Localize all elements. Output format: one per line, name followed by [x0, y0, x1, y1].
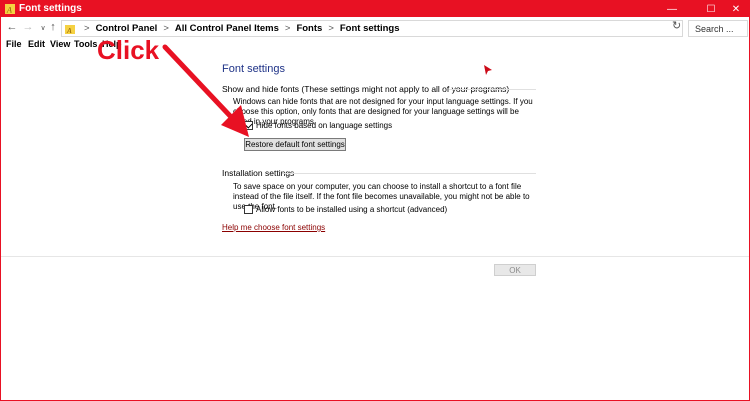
menu-file[interactable]: File — [6, 39, 22, 49]
maximize-button[interactable]: ☐ — [698, 1, 724, 17]
breadcrumb-font-settings[interactable]: Font settings — [340, 23, 400, 34]
window-title: Font settings — [19, 3, 82, 14]
up-arrow-icon[interactable]: ↑ — [47, 21, 59, 33]
minimize-button[interactable]: — — [659, 1, 685, 17]
back-arrow-icon[interactable]: ← — [6, 21, 18, 33]
breadcrumb-separator: > — [84, 23, 90, 34]
breadcrumb-control-panel[interactable]: Control Panel — [96, 23, 158, 34]
menu-tools[interactable]: Tools — [74, 39, 97, 49]
breadcrumb-all-items[interactable]: All Control Panel Items — [175, 23, 279, 34]
allow-shortcut-checkbox[interactable] — [244, 205, 253, 214]
main-content: Font settings Show and hide fonts (These… — [1, 53, 749, 400]
title-bar[interactable]: A Font settings — ☐ ✕ — [1, 1, 749, 17]
hide-fonts-checkbox-row[interactable]: Hide fonts based on language settings — [244, 121, 392, 130]
font-settings-window: A Font settings — ☐ ✕ ← → ∨ ↑ A > Contro… — [0, 0, 750, 401]
group-divider — [449, 89, 536, 90]
click-annotation-label: Click — [97, 35, 160, 65]
breadcrumb-separator[interactable]: > — [328, 23, 334, 34]
annotation-arrow-icon — [162, 44, 249, 137]
search-placeholder: Search ... — [695, 24, 734, 34]
menu-edit[interactable]: Edit — [28, 39, 45, 49]
fonts-folder-icon: A — [65, 25, 75, 34]
forward-arrow-icon[interactable]: → — [22, 21, 34, 33]
allow-shortcut-checkbox-label[interactable]: Allow fonts to be installed using a shor… — [256, 205, 447, 214]
hide-fonts-checkbox-label[interactable]: Hide fonts based on language settings — [256, 121, 392, 130]
breadcrumb-separator[interactable]: > — [163, 23, 169, 34]
svg-text:A: A — [6, 6, 12, 15]
breadcrumb: > Control Panel > All Control Panel Item… — [78, 23, 400, 34]
svg-text:A: A — [66, 26, 72, 34]
footer-divider — [1, 256, 749, 257]
breadcrumb-fonts[interactable]: Fonts — [296, 23, 322, 34]
search-input[interactable]: Search ... — [688, 20, 748, 37]
close-button[interactable]: ✕ — [723, 1, 749, 17]
ok-button[interactable]: OK — [494, 264, 536, 276]
breadcrumb-separator[interactable]: > — [285, 23, 291, 34]
allow-shortcut-checkbox-row[interactable]: Allow fonts to be installed using a shor… — [244, 205, 447, 214]
refresh-icon[interactable]: ↻ — [672, 19, 681, 32]
menu-view[interactable]: View — [50, 39, 70, 49]
font-app-icon: A — [5, 4, 15, 14]
group-divider — [282, 173, 536, 174]
help-choose-font-settings-link[interactable]: Help me choose font settings — [222, 223, 325, 232]
restore-default-font-settings-button[interactable]: Restore default font settings — [244, 138, 346, 151]
mouse-pointer-icon — [484, 65, 492, 75]
